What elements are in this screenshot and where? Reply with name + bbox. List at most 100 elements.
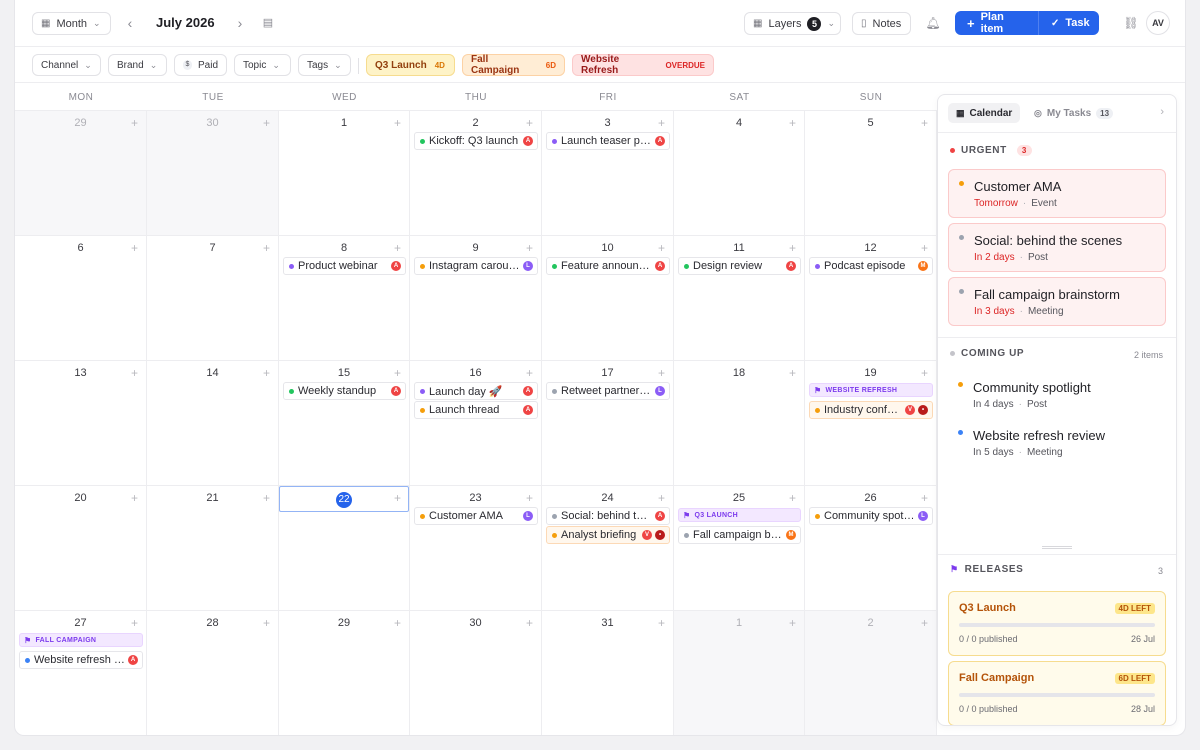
add-item-icon[interactable]: + bbox=[263, 116, 270, 130]
add-item-icon[interactable]: + bbox=[526, 616, 533, 630]
day-cell[interactable]: 17 + bbox=[542, 361, 674, 486]
add-item-icon[interactable]: + bbox=[131, 491, 138, 505]
event-chip[interactable]: Feature announcementA bbox=[546, 257, 670, 275]
add-item-icon[interactable]: + bbox=[131, 116, 138, 130]
release-banner[interactable]: ⚑ FALL CAMPAIGN bbox=[19, 633, 143, 647]
urgent-item[interactable]: Customer AMA Tomorrow · Event bbox=[948, 169, 1166, 218]
notes-button[interactable]: ▯ Notes bbox=[852, 12, 911, 35]
add-item-icon[interactable]: + bbox=[789, 116, 796, 130]
event-chip[interactable]: Design review A bbox=[678, 257, 801, 275]
add-item-icon[interactable]: + bbox=[658, 491, 665, 505]
add-item-icon[interactable]: + bbox=[394, 616, 401, 630]
day-cell[interactable]: 2 + bbox=[805, 611, 937, 735]
add-item-icon[interactable]: + bbox=[131, 366, 138, 380]
event-chip[interactable]: Website refresh reviewA bbox=[19, 651, 143, 669]
release-banner[interactable]: ⚑ Q3 LAUNCH bbox=[678, 508, 801, 522]
event-chip[interactable]: Launch thread A bbox=[414, 401, 538, 419]
day-cell[interactable]: 20 + bbox=[15, 486, 147, 611]
day-cell[interactable]: 30 + bbox=[147, 111, 279, 236]
add-item-icon[interactable]: + bbox=[263, 491, 270, 505]
day-cell[interactable]: 28 + bbox=[147, 611, 279, 735]
day-cell[interactable]: 26 + bbox=[805, 486, 937, 611]
day-cell[interactable]: 8 + bbox=[279, 236, 410, 361]
tab-calendar[interactable]: ▦ Calendar bbox=[948, 103, 1021, 123]
add-item-icon[interactable]: + bbox=[789, 366, 796, 380]
event-chip[interactable]: Product webinar A bbox=[283, 257, 406, 275]
topic-filter[interactable]: Topic ⌄ bbox=[234, 54, 291, 76]
resize-handle[interactable] bbox=[1042, 546, 1072, 549]
day-cell[interactable]: 30 + bbox=[410, 611, 542, 735]
day-cell[interactable]: 10 + bbox=[542, 236, 674, 361]
coming-up-item[interactable]: Website refresh review In 5 days · Meeting bbox=[948, 421, 1166, 465]
day-cell[interactable]: 11 + bbox=[674, 236, 805, 361]
add-item-icon[interactable]: + bbox=[789, 241, 796, 255]
add-item-icon[interactable]: + bbox=[394, 366, 401, 380]
day-cell[interactable]: 27 + bbox=[15, 611, 147, 735]
day-cell[interactable]: 24 + bbox=[542, 486, 674, 611]
day-cell[interactable]: 15 + bbox=[279, 361, 410, 486]
add-item-icon[interactable]: + bbox=[394, 116, 401, 130]
day-cell[interactable]: 6 + bbox=[15, 236, 147, 361]
channel-filter[interactable]: Channel ⌄ bbox=[32, 54, 101, 76]
event-chip[interactable]: Retweet partner postL bbox=[546, 382, 670, 400]
day-cell[interactable]: 23 + bbox=[410, 486, 542, 611]
day-cell[interactable]: 2 + bbox=[410, 111, 542, 236]
event-chip[interactable]: Social: behind the scenesA bbox=[546, 507, 670, 525]
view-select[interactable]: ▦ Month ⌄ bbox=[32, 12, 111, 35]
prev-month-button[interactable]: ‹ bbox=[121, 14, 139, 32]
add-item-icon[interactable]: + bbox=[131, 241, 138, 255]
next-month-button[interactable]: › bbox=[231, 14, 249, 32]
collapse-panel-icon[interactable]: › bbox=[1160, 106, 1164, 118]
event-chip[interactable]: Instagram carousel L bbox=[414, 257, 538, 275]
add-item-icon[interactable]: + bbox=[658, 116, 665, 130]
add-item-icon[interactable]: + bbox=[921, 491, 928, 505]
release-pill[interactable]: Website Refresh OVERDUE bbox=[572, 54, 714, 76]
day-cell[interactable]: 21 + bbox=[147, 486, 279, 611]
add-item-icon[interactable]: + bbox=[658, 366, 665, 380]
event-chip[interactable]: Weekly standup A bbox=[283, 382, 406, 400]
event-chip[interactable]: Customer AMA L bbox=[414, 507, 538, 525]
release-card[interactable]: Fall Campaign 6D LEFT 0 / 0 published 28 Ju… bbox=[948, 661, 1166, 725]
urgent-item[interactable]: Fall campaign brainstorm In 3 days · Meetin… bbox=[948, 277, 1166, 326]
day-cell[interactable]: 4 + bbox=[674, 111, 805, 236]
coming-up-item[interactable]: Community spotlight In 4 days · Post bbox=[948, 373, 1166, 417]
release-pill[interactable]: Q3 Launch 4D bbox=[366, 54, 455, 76]
tags-filter[interactable]: Tags ⌄ bbox=[298, 54, 351, 76]
add-item-icon[interactable]: + bbox=[131, 616, 138, 630]
day-cell[interactable]: 31 + bbox=[542, 611, 674, 735]
add-item-icon[interactable]: + bbox=[789, 616, 796, 630]
day-cell[interactable]: 5 + bbox=[805, 111, 937, 236]
event-chip[interactable]: Analyst briefing V • bbox=[546, 526, 670, 544]
day-cell[interactable]: 12 + bbox=[805, 236, 937, 361]
event-chip[interactable]: Fall campaign brainstormM bbox=[678, 526, 801, 544]
add-item-icon[interactable]: + bbox=[263, 366, 270, 380]
day-cell[interactable]: 1 + bbox=[674, 611, 805, 735]
add-item-icon[interactable]: + bbox=[526, 366, 533, 380]
day-cell[interactable]: 14 + bbox=[147, 361, 279, 486]
add-item-icon[interactable]: + bbox=[658, 616, 665, 630]
bell-icon[interactable]: 🔔︎ bbox=[924, 14, 942, 32]
release-card[interactable]: Q3 Launch 4D LEFT 0 / 0 published 26 Jul bbox=[948, 591, 1166, 656]
add-item-icon[interactable]: + bbox=[921, 241, 928, 255]
day-cell[interactable]: 19 + bbox=[805, 361, 937, 486]
day-cell[interactable]: 7 + bbox=[147, 236, 279, 361]
add-item-icon[interactable]: + bbox=[263, 241, 270, 255]
add-item-icon[interactable]: + bbox=[658, 241, 665, 255]
day-cell[interactable]: 29 + bbox=[15, 111, 147, 236]
add-item-icon[interactable]: + bbox=[526, 241, 533, 255]
event-chip[interactable]: Kickoff: Q3 launch A bbox=[414, 132, 538, 150]
add-item-icon[interactable]: + bbox=[789, 491, 796, 505]
day-cell[interactable]: 25 + bbox=[674, 486, 805, 611]
add-item-icon[interactable]: + bbox=[921, 366, 928, 380]
add-item-icon[interactable]: + bbox=[921, 116, 928, 130]
add-item-icon[interactable]: + bbox=[263, 616, 270, 630]
release-banner[interactable]: ⚑ WEBSITE REFRESH bbox=[809, 383, 933, 397]
task-button[interactable]: ✓ Task bbox=[1038, 11, 1099, 35]
day-cell[interactable]: 13 + bbox=[15, 361, 147, 486]
paid-filter[interactable]: $ Paid bbox=[174, 54, 227, 76]
event-chip[interactable]: Community spotlight L bbox=[809, 507, 933, 525]
add-item-icon[interactable]: + bbox=[526, 116, 533, 130]
urgent-item[interactable]: Social: behind the scenes In 2 days · Post bbox=[948, 223, 1166, 272]
day-cell[interactable]: 1 + bbox=[279, 111, 410, 236]
layers-button[interactable]: ▦ Layers 5 ⌄ bbox=[744, 12, 841, 35]
